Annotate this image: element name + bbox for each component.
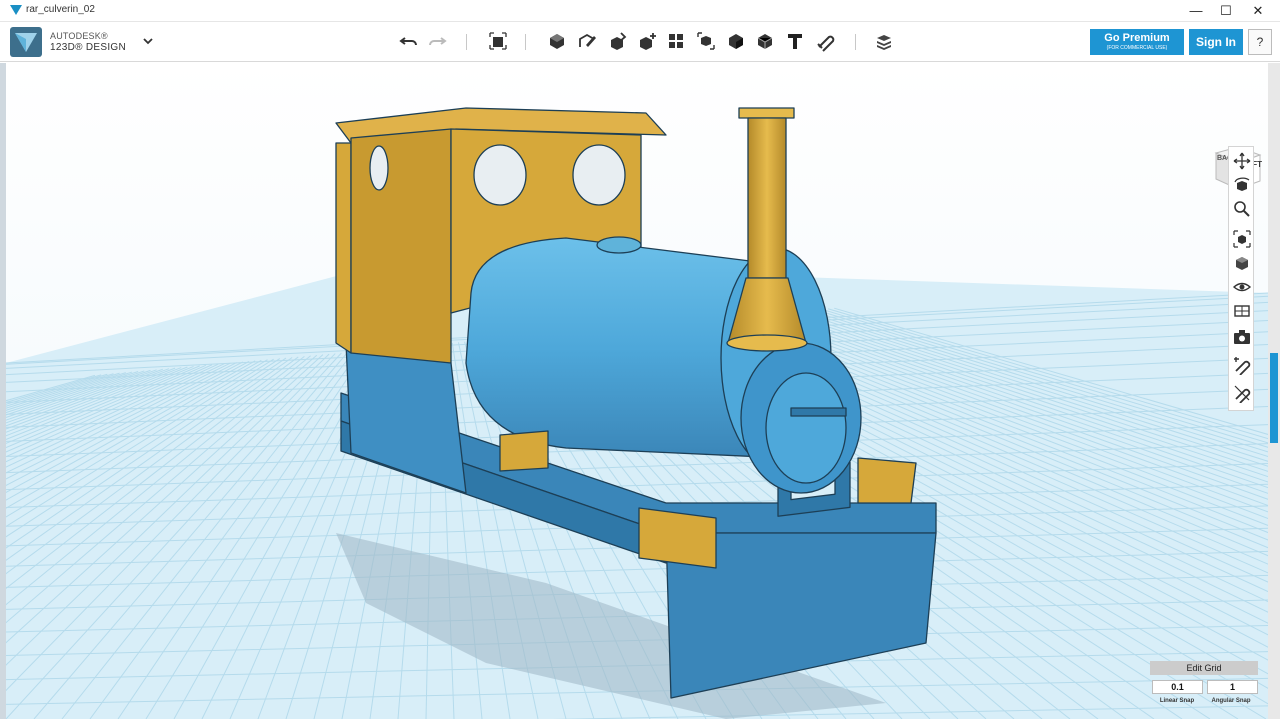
- construct-icon[interactable]: [606, 30, 628, 52]
- linear-snap-input[interactable]: 0.1: [1152, 680, 1203, 694]
- model-canvas[interactable]: [6, 63, 1268, 719]
- toolbar-separator: [466, 34, 467, 50]
- redo-icon[interactable]: [426, 30, 448, 52]
- help-button[interactable]: ?: [1248, 29, 1272, 55]
- main-toolbar: AUTODESK® 123D® DESIGN Go Premium (FOR C…: [0, 22, 1280, 62]
- material-view-icon[interactable]: [1232, 301, 1252, 321]
- app-window: rar_culverin_02 — ☐ ✕ AUTODESK® 123D® DE…: [0, 0, 1280, 722]
- navigation-bar: [1228, 146, 1254, 411]
- zoom-icon[interactable]: [1232, 199, 1252, 219]
- snap-icon[interactable]: [814, 30, 836, 52]
- material-icon[interactable]: [873, 30, 895, 52]
- fit-icon[interactable]: [1232, 229, 1252, 249]
- edit-grid-panel: Edit Grid 0.1 1 Linear Snap Angular Snap: [1150, 661, 1258, 709]
- 3d-viewport[interactable]: BACK LEFT: [6, 63, 1268, 719]
- grouping-icon[interactable]: [695, 30, 717, 52]
- settings-view-icon[interactable]: [1232, 383, 1252, 404]
- brand-product: 123D® DESIGN: [50, 42, 126, 53]
- orbit-icon[interactable]: [1232, 175, 1252, 195]
- maximize-button[interactable]: ☐: [1211, 1, 1241, 21]
- close-button[interactable]: ✕: [1243, 1, 1273, 21]
- go-premium-label: Go Premium: [1104, 32, 1170, 44]
- view-cube-icon[interactable]: [1232, 253, 1252, 273]
- measure-icon[interactable]: [754, 30, 776, 52]
- primitives-icon[interactable]: [546, 30, 568, 52]
- snap-view-icon[interactable]: [1232, 355, 1252, 376]
- go-premium-sublabel: (FOR COMMERCIAL USE): [1106, 45, 1168, 51]
- combine-icon[interactable]: [725, 30, 747, 52]
- chevron-down-icon[interactable]: [141, 34, 155, 48]
- edit-grid-button[interactable]: Edit Grid: [1150, 661, 1258, 675]
- toolbar-separator: [525, 34, 526, 50]
- visibility-icon[interactable]: [1232, 277, 1252, 297]
- angular-snap-label: Angular Snap: [1211, 698, 1251, 704]
- scroll-thumb[interactable]: [1270, 353, 1278, 443]
- sign-in-button[interactable]: Sign In: [1189, 29, 1243, 55]
- linear-snap-label: Linear Snap: [1159, 698, 1195, 704]
- toolbar-separator: [855, 34, 856, 50]
- brand-autodesk: AUTODESK®: [50, 31, 108, 41]
- right-scroll-strip: [1268, 63, 1280, 719]
- app-icon: [10, 5, 22, 15]
- angular-snap-input[interactable]: 1: [1207, 680, 1258, 694]
- minimize-button[interactable]: —: [1181, 1, 1211, 21]
- title-bar: rar_culverin_02 — ☐ ✕: [0, 0, 1280, 22]
- transform-icon[interactable]: [487, 30, 509, 52]
- go-premium-button[interactable]: Go Premium (FOR COMMERCIAL USE): [1090, 29, 1184, 55]
- pattern-icon[interactable]: [665, 30, 687, 52]
- camera-icon[interactable]: [1232, 327, 1252, 347]
- app-logo[interactable]: [10, 27, 42, 57]
- pan-icon[interactable]: [1232, 151, 1252, 171]
- window-title: rar_culverin_02: [26, 4, 95, 15]
- text-icon[interactable]: [784, 30, 806, 52]
- sketch-icon[interactable]: [576, 30, 598, 52]
- modify-icon[interactable]: [636, 30, 658, 52]
- undo-icon[interactable]: [398, 30, 420, 52]
